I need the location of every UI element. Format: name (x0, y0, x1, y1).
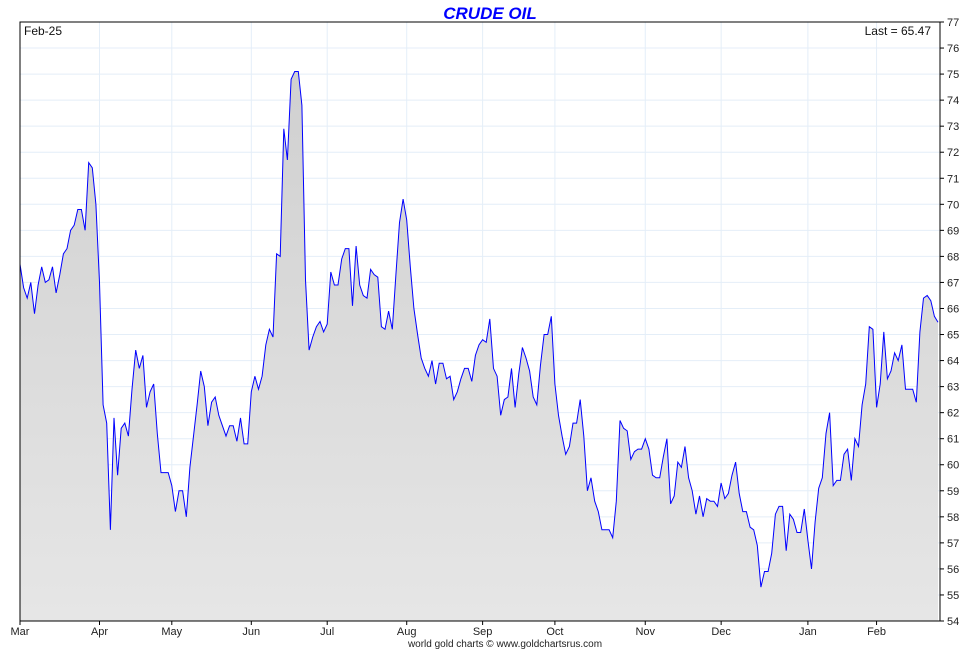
footer-credit: world gold charts © www.goldchartsrus.co… (407, 639, 602, 650)
y-tick-label: 71 (947, 173, 959, 185)
y-tick-label: 73 (947, 121, 959, 133)
y-tick-label: 76 (947, 43, 959, 55)
y-tick-label: 77 (947, 17, 959, 29)
period-label: Feb-25 (24, 24, 62, 38)
x-tick-label: Sep (473, 626, 493, 638)
x-tick-label: May (161, 626, 182, 638)
y-tick-label: 56 (947, 564, 959, 576)
y-tick-label: 69 (947, 225, 959, 237)
x-tick-label: Nov (635, 626, 655, 638)
x-tick-label: Jun (242, 626, 260, 638)
y-tick-label: 70 (947, 199, 959, 211)
x-tick-label: Oct (546, 626, 563, 638)
y-axis: 54 55 56 57 58 59 60 61 62 63 64 65 66 67 68 69 70 71 72 73… (940, 17, 959, 628)
y-tick-label: 60 (947, 460, 959, 472)
y-tick-label: 74 (947, 95, 959, 107)
x-tick-label: Jul (320, 626, 334, 638)
x-axis: Mar Apr May Jun Jul Aug Sep Oct Nov Dec Jan Feb (11, 621, 886, 638)
y-tick-label: 65 (947, 330, 959, 342)
y-tick-label: 68 (947, 251, 959, 263)
x-tick-label: Jan (799, 626, 817, 638)
chart-title: CRUDE OIL (443, 4, 537, 23)
x-tick-label: Feb (867, 626, 886, 638)
y-tick-label: 67 (947, 277, 959, 289)
y-tick-label: 75 (947, 69, 959, 81)
y-tick-label: 62 (947, 408, 959, 420)
y-tick-label: 64 (947, 356, 959, 368)
last-value-label: Last = 65.47 (865, 24, 932, 38)
x-tick-label: Apr (91, 626, 108, 638)
y-tick-label: 59 (947, 486, 959, 498)
y-tick-label: 54 (947, 616, 959, 628)
y-tick-label: 66 (947, 303, 959, 315)
x-tick-label: Mar (11, 626, 30, 638)
y-tick-label: 57 (947, 538, 959, 550)
y-tick-label: 55 (947, 590, 959, 602)
y-tick-label: 63 (947, 382, 959, 394)
y-tick-label: 58 (947, 512, 959, 524)
crude-oil-chart: 54 55 56 57 58 59 60 61 62 63 64 65 66 67 68 69 70 71 72 73… (11, 4, 960, 650)
y-tick-label: 61 (947, 434, 959, 446)
x-tick-label: Aug (397, 626, 417, 638)
y-tick-label: 72 (947, 147, 959, 159)
x-tick-label: Dec (711, 626, 731, 638)
